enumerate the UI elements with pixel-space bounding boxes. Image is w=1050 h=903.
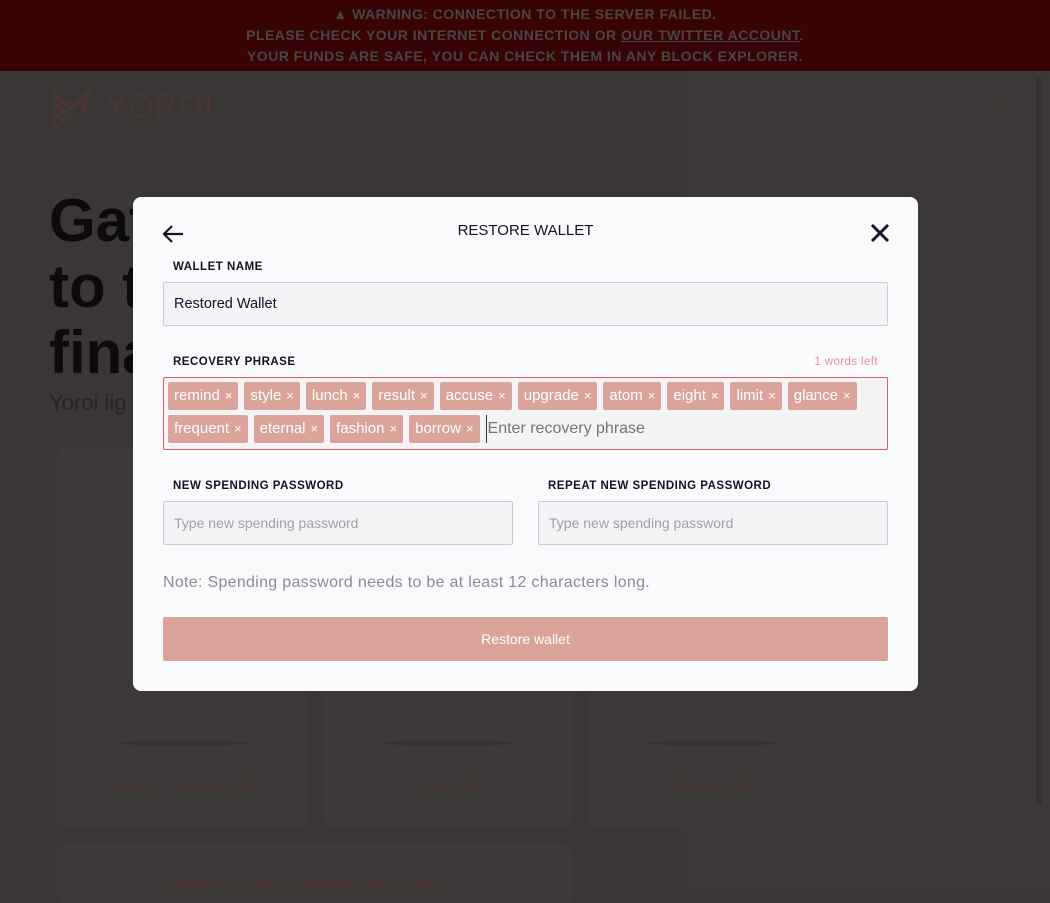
recovery-word-chip: borrow × [409,415,480,443]
warning-icon: ▲ [333,6,348,22]
restore-wallet-dialog: RESTORE WALLET WALLET NAME Restored Wall… [133,197,918,691]
word-text: eight [673,387,706,404]
word-text: fashion [336,420,385,437]
twitter-link[interactable]: OUR TWITTER ACCOUNT [621,27,800,43]
transfer-funds-card[interactable]: Transfer funds from a Daedalus wallet to… [57,843,573,903]
repeat-password-input[interactable]: Type new spending password [538,501,888,545]
remove-word-icon[interactable]: × [466,415,474,443]
yoroi-logo-icon [50,90,92,130]
recovery-phrase-label: RECOVERY PHRASE [173,356,296,368]
scrollbar[interactable] [1036,78,1042,805]
remove-word-icon[interactable]: × [584,382,592,410]
recovery-word-chip: remind × [168,382,239,410]
word-text: style [250,387,282,404]
word-text: remind [174,387,220,404]
remove-word-icon[interactable]: × [225,382,233,410]
recovery-word-chip: lunch × [305,382,367,410]
new-password-input[interactable]: Type new spending password [163,501,513,545]
recovery-word-chip: fashion × [330,415,404,443]
word-text: frequent [174,420,230,437]
word-text: atom [609,387,643,404]
remove-word-icon[interactable]: × [389,415,397,443]
word-text: accuse [445,387,494,404]
recovery-word-chip: glance × [787,382,857,410]
remove-word-icon[interactable]: × [648,382,656,410]
remove-word-icon[interactable]: × [311,415,319,443]
recovery-word-chip: atom × [603,382,662,410]
recovery-word-chip: frequent × [168,415,248,443]
words-left-counter: 1 words left [814,356,878,368]
password-note: Note: Spending password needs to be at l… [163,574,651,591]
settings-sliders-icon[interactable] [984,88,1016,118]
wallet-name-input[interactable]: Restored Wallet [163,282,888,326]
recovery-word-chip: limit × [730,382,782,410]
recovery-phrase-text-input[interactable] [485,415,686,443]
word-text: lunch [311,387,348,404]
word-text: upgrade [523,387,579,404]
remove-word-icon[interactable]: × [353,382,361,410]
close-icon[interactable] [868,221,892,245]
recovery-phrase-input[interactable]: remind × style × lunch × result × accuse × upgrade… [163,377,888,450]
remove-word-icon[interactable]: × [420,382,428,410]
restore-wallet-button[interactable]: Restore wallet [163,617,888,661]
repeat-password-label: REPEAT NEW SPENDING PASSWORD [548,480,772,492]
remove-word-icon[interactable]: × [234,415,242,443]
new-password-label: NEW SPENDING PASSWORD [173,480,344,492]
recovery-word-chip: accuse × [439,382,512,410]
recovery-word-chip: eternal × [253,415,325,443]
wallet-name-label: WALLET NAME [173,261,263,273]
hero-subtitle: Yoroi lig [49,390,127,415]
remove-word-icon[interactable]: × [286,382,294,410]
remove-word-icon[interactable]: × [768,382,776,410]
word-text: borrow [415,420,461,437]
word-text: glance [793,387,838,404]
dialog-title: RESTORE WALLET [457,222,594,239]
word-text: result [378,387,416,404]
recovery-word-chip: eight × [667,382,725,410]
connection-warning-banner: ▲ WARNING: CONNECTION TO THE SERVER FAIL… [0,0,1050,71]
recovery-word-chip: style × [244,382,300,410]
remove-word-icon[interactable]: × [843,382,851,410]
word-text: eternal [259,420,306,437]
remove-word-icon[interactable]: × [498,382,506,410]
recovery-word-chip: upgrade × [517,382,598,410]
word-text: limit [736,387,764,404]
recovery-word-chip: result × [372,382,434,410]
remove-word-icon[interactable]: × [711,382,719,410]
